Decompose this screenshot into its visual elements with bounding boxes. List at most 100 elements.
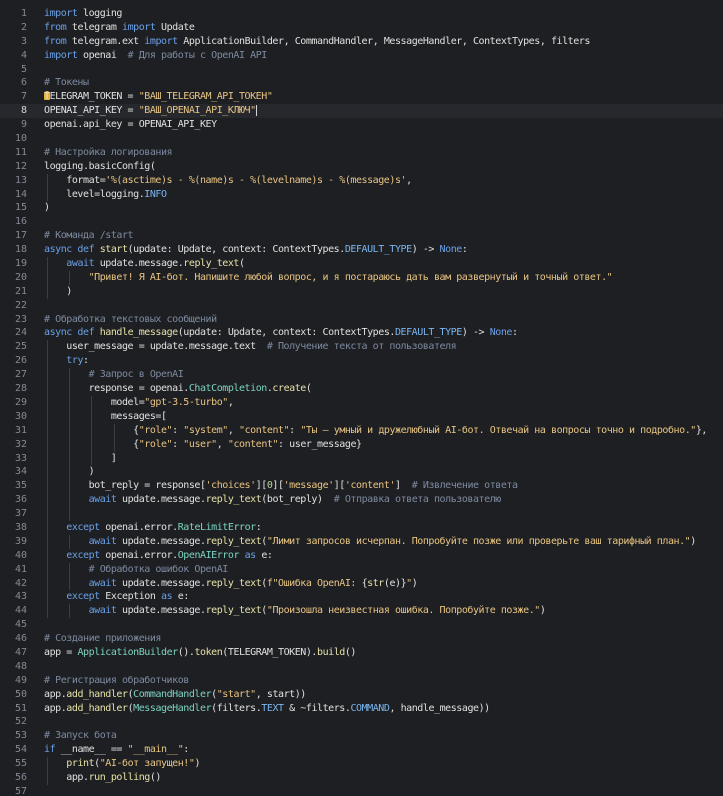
code-line[interactable]: 23 # Обработка текстовых сообщений [0,313,723,327]
code-line[interactable]: 12 logging.basicConfig( [0,160,723,174]
code-line[interactable]: 51 app.add_handler(MessageHandler(filters… [0,702,723,716]
code-token: # Команда /start [44,230,134,242]
code-token: "system" [183,424,228,436]
code-line[interactable]: 42 await update.message.reply_text(f"Оши… [0,576,723,591]
code-line[interactable]: 19 await update.message.reply_text( [0,257,723,271]
code-line[interactable]: 32 {"role": "user", "content": user_mess… [0,437,723,452]
line-number: 35 [14,480,27,492]
code-line[interactable]: 20 "Привет! Я AI-бот. Напишите любой воп… [0,270,723,285]
code-token: : [511,327,518,339]
code-line[interactable]: 21 ) [0,284,723,299]
code-line[interactable]: 52 [0,715,723,729]
code-line[interactable]: 17 # Команда /start [0,229,723,243]
code-line[interactable]: 5 [0,63,723,77]
code-line[interactable]: 36 await update.message.reply_text(bot_r… [0,493,723,508]
code-line[interactable]: 24 async def handle_message(update: Updat… [0,326,723,340]
code-text: # Создание приложения [44,632,161,646]
code-token: async def [44,244,95,256]
code-token: None [489,327,513,339]
code-text: {"role": "system", "content": "Ты — умны… [44,424,707,438]
line-number: 36 [14,494,27,506]
code-line[interactable]: 26 try: [0,354,723,369]
code-token: "role" [138,438,173,450]
code-line[interactable]: 28 response = openai.ChatCompletion.crea… [0,382,723,396]
code-line[interactable]: 38 except openai.error.RateLimitError: [0,520,723,535]
code-token: & ~filters. [283,702,351,714]
code-line[interactable]: 8 OPENAI_API_KEY = "ВАШ_OPENAI_API_КЛЮЧ" [0,104,723,119]
code-line[interactable]: 35 bot_reply = response['choices'][0]['m… [0,479,723,494]
code-line[interactable]: 10 [0,132,723,146]
code-token: # Запуск бота [44,730,117,742]
code-line[interactable]: 27 # Запрос в OpenAI [0,368,723,383]
line-number: 34 [14,466,27,478]
code-line[interactable]: 49 # Регистрация обработчиков [0,674,723,688]
code-text: # Токены [44,76,89,90]
code-line[interactable]: 45 [0,618,723,632]
code-token: add_handler [66,702,128,714]
code-token: ) [411,577,418,589]
line-number: 49 [14,674,27,686]
code-line[interactable]: 14 level=logging.INFO [0,187,723,202]
code-line[interactable]: 11 # Настройка логирования [0,146,723,160]
line-number: 32 [14,438,27,450]
code-token: __name__ == [55,744,128,756]
code-token: # Токены [44,77,89,89]
code-line[interactable]: 57 [0,785,723,796]
code-token: ( [239,258,245,270]
code-line[interactable]: 53 # Запуск бота [0,729,723,743]
code-line[interactable]: 1 import logging [0,7,723,21]
code-line[interactable]: 16 [0,215,723,229]
line-number: 24 [14,327,27,339]
code-token: update.message. [116,535,206,547]
code-line[interactable]: 34 ) [0,465,723,480]
code-text: bot_reply = response['choices'][0]['mess… [44,479,518,493]
line-number: 10 [14,133,27,145]
code-line[interactable]: 18 async def start(update: Update, contex… [0,243,723,257]
code-line[interactable]: 7 TELEGRAM_TOKEN = "ВАШ_TELEGRAM_API_ТОКЕ… [0,90,723,104]
code-token: app. [44,771,89,783]
code-line[interactable]: 30 messages=[ [0,409,723,424]
code-token: "gpt-3.5-turbo" [144,396,228,408]
code-text: app.run_polling() [44,771,161,785]
code-line[interactable]: 3 from telegram.ext import ApplicationBui… [0,35,723,49]
code-line[interactable]: 39 await update.message.reply_text("Лими… [0,534,723,549]
code-line[interactable]: 55 print("AI-бот запущен!") [0,757,723,771]
code-line[interactable]: 46 # Создание приложения [0,632,723,646]
code-line[interactable]: 37 [0,507,723,521]
code-token: app. [44,702,67,714]
code-text: await update.message.reply_text("Лимит з… [44,535,697,549]
code-token: import [144,35,178,47]
code-line[interactable]: 25 user_message = update.message.text # … [0,340,723,355]
code-token: as [161,591,173,603]
code-line[interactable]: 13 format='%(asctime)s - %(name)s - %(le… [0,173,723,188]
code-line[interactable]: 50 app.add_handler(CommandHandler("start"… [0,688,723,702]
code-line[interactable]: 56 app.run_polling() [0,770,723,785]
code-token: except [66,591,100,603]
code-line[interactable]: 33 ] [0,451,723,466]
code-editor[interactable]: 1 import logging 2 from telegram import Upd… [0,0,723,796]
code-token: : [289,424,301,436]
code-line[interactable]: 40 except openai.error.OpenAIError as e: [0,548,723,563]
code-line[interactable]: 47 app = ApplicationBuilder().token(TELEG… [0,646,723,660]
code-token: f"Ошибка OpenAI: [266,577,362,589]
code-line[interactable]: 9 openai.api_key = OPENAI_API_KEY [0,118,723,132]
code-line[interactable]: 22 [0,299,723,313]
code-line[interactable]: 4 import openai # Для работы с OpenAI API [0,49,723,63]
code-token: , [227,396,234,408]
code-line[interactable]: 41 # Обработка ошибок OpenAI [0,562,723,577]
code-line[interactable]: 44 await update.message.reply_text("Прои… [0,604,723,619]
code-line[interactable]: 15) [0,201,723,215]
code-text: # Регистрация обработчиков [44,674,189,688]
code-line[interactable]: 6 # Токены [0,76,723,90]
code-line[interactable]: 43 except Exception as e: [0,590,723,605]
code-line[interactable]: 54 if __name__ == "__main__": [0,743,723,757]
code-line[interactable]: 2 from telegram import Update [0,21,723,35]
code-line[interactable]: 29 model="gpt-3.5-turbo", [0,395,723,410]
code-token: start [99,244,128,256]
code-token: # Обработка ошибок OpenAI [88,563,229,575]
code-token: reply_text [183,258,240,270]
code-line[interactable]: 48 [0,660,723,674]
code-line[interactable]: 31 {"role": "system", "content": "Ты — у… [0,423,723,438]
